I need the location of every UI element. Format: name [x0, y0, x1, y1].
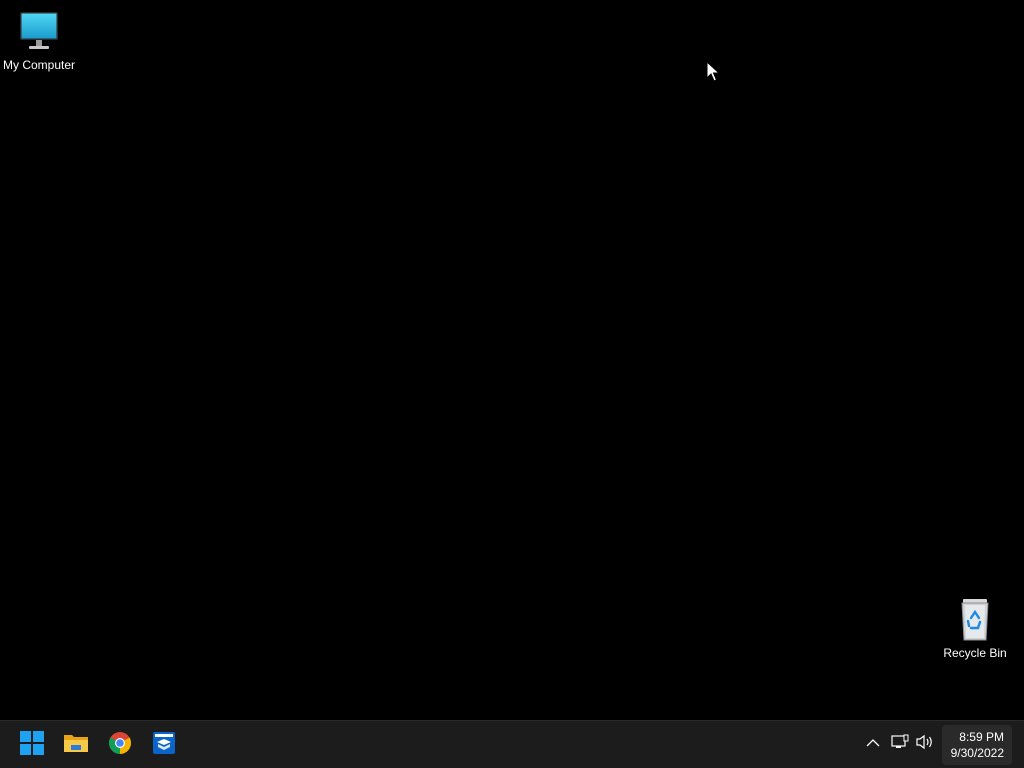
folder-icon [63, 732, 89, 759]
recycle-bin-icon [951, 596, 999, 644]
network-button[interactable] [889, 733, 911, 755]
desktop-icon-my-computer[interactable]: My Computer [0, 8, 79, 72]
chrome-icon [108, 731, 132, 760]
network-icon [891, 734, 909, 755]
chevron-up-icon [866, 735, 880, 753]
desktop-icon-label: My Computer [2, 58, 76, 72]
show-hidden-icons-button[interactable] [862, 733, 884, 755]
app-button[interactable] [144, 725, 184, 765]
clock-date: 9/30/2022 [950, 746, 1004, 760]
clock-button[interactable]: 8:59 PM 9/30/2022 [942, 725, 1012, 765]
start-button[interactable] [12, 725, 52, 765]
clock-time: 8:59 PM [959, 730, 1004, 744]
chrome-button[interactable] [100, 725, 140, 765]
desktop-icon-label: Recycle Bin [943, 646, 1007, 660]
desktop[interactable]: My Computer Recycle Bin [0, 0, 1024, 720]
windows-logo-icon [20, 730, 44, 760]
monitor-icon [15, 8, 63, 56]
app-box-icon [152, 731, 176, 760]
volume-button[interactable] [914, 733, 936, 755]
desktop-icon-recycle-bin[interactable]: Recycle Bin [935, 596, 1015, 660]
taskbar: 8:59 PM 9/30/2022 [0, 720, 1024, 768]
mouse-cursor-icon [706, 60, 721, 83]
volume-icon [915, 734, 935, 755]
file-explorer-button[interactable] [56, 725, 96, 765]
